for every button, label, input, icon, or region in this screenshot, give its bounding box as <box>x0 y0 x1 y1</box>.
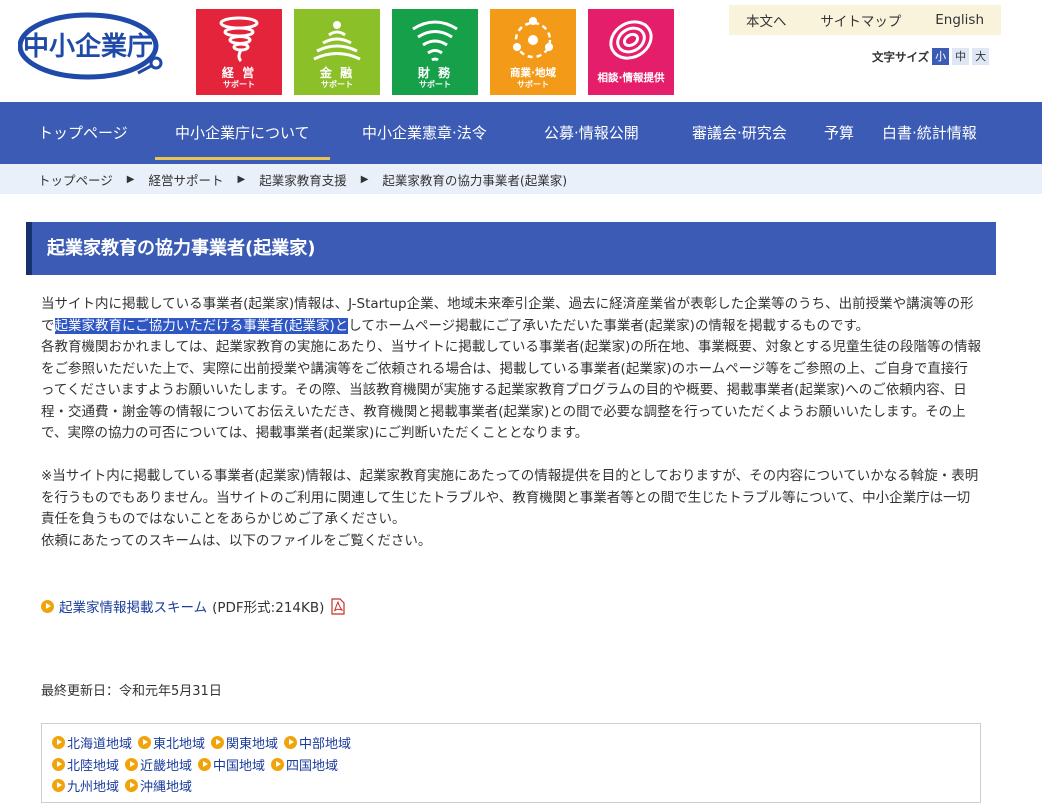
scheme-file-link[interactable]: 起業家情報掲載スキーム <box>59 596 207 616</box>
breadcrumb-separator-icon: ▶ <box>237 173 246 185</box>
arrow-bullet-icon <box>198 757 212 771</box>
arrow-bullet-icon <box>125 779 139 793</box>
region-shikoku[interactable]: 四国地域 <box>271 755 338 774</box>
region-row: 九州地域 沖縄地域 <box>52 775 970 797</box>
global-nav: トップページ 中小企業庁について 中小企業憲章·法令 公募·情報公開 審議会·研… <box>0 102 1042 164</box>
region-label: 中部地域 <box>299 737 352 753</box>
font-size-large-button[interactable]: 大 <box>972 48 990 65</box>
breadcrumb-current: 起業家教育の協力事業者(起業家) <box>382 172 568 188</box>
logo-text: 中小企業庁 <box>23 31 153 62</box>
nav-councils[interactable]: 審議会·研究会 <box>692 102 787 164</box>
request-paragraph: 各教育機関おかれましては、起業家教育の実施にあたり、当サイトに掲載している事業者… <box>41 339 982 441</box>
arrow-bullet-icon <box>125 757 139 771</box>
breadcrumb: トップページ ▶ 経営サポート ▶ 起業家教育支援 ▶ 起業家教育の協力事業者(… <box>0 164 1042 194</box>
tile-commerce[interactable]: 商業·地域 サポート <box>490 9 576 95</box>
scheme-paragraph: 依頼にあたってのスキームは、以下のファイルをご覧ください。 <box>41 532 432 549</box>
selected-text: 起業家教育にご協力いただける事業者(起業家)と <box>54 317 349 334</box>
font-size-label: 文字サイズ <box>872 49 930 64</box>
region-chubu[interactable]: 中部地域 <box>284 733 351 752</box>
region-okinawa[interactable]: 沖縄地域 <box>125 776 192 795</box>
breadcrumb-separator-icon: ▶ <box>126 173 135 185</box>
nav-laws[interactable]: 中小企業憲章·法令 <box>362 102 487 164</box>
region-label: 北陸地域 <box>67 758 120 774</box>
region-label: 北海道地域 <box>67 737 133 753</box>
font-size-medium-button[interactable]: 中 <box>952 48 970 65</box>
tile-label: 相談·情報提供 <box>597 72 665 84</box>
region-label: 関東地域 <box>226 737 279 753</box>
tile-management[interactable]: 経 営 サポート <box>196 9 282 95</box>
main-content: 当サイト内に掲載している事業者(起業家)情報は、J-Startup企業、地域未来… <box>41 294 981 552</box>
region-label: 沖縄地域 <box>140 780 193 796</box>
region-kanto[interactable]: 関東地域 <box>211 733 278 752</box>
arrow-bullet-icon <box>52 736 65 750</box>
region-chugoku[interactable]: 中国地域 <box>198 755 265 774</box>
support-tiles: 経 営 サポート 金 融 サポート 財 務 サポート 商業·地域 サポート 相談… <box>196 9 674 95</box>
page-title: 起業家教育の協力事業者(起業家) <box>26 222 996 275</box>
region-label: 東北地域 <box>153 737 206 753</box>
region-tohoku[interactable]: 東北地域 <box>138 733 205 752</box>
tile-label: 財 務 <box>417 66 453 80</box>
utility-links: 本文へ サイトマップ English <box>729 5 1001 35</box>
region-kinki[interactable]: 近畿地域 <box>125 755 192 774</box>
tile-sub: サポート <box>419 80 451 89</box>
font-size-small-button[interactable]: 小 <box>932 48 950 65</box>
intro-paragraph: 当サイト内に掲載している事業者(起業家)情報は、J-Startup企業、地域未来… <box>41 294 981 337</box>
skip-to-content-link[interactable]: 本文へ <box>746 10 787 30</box>
orbit-icon <box>513 17 553 59</box>
region-row: 北陸地域 近畿地域 中国地域 四国地域 <box>52 754 970 776</box>
tornado-icon <box>219 16 259 63</box>
breadcrumb-entrepreneur-edu[interactable]: 起業家教育支援 <box>259 170 347 189</box>
nav-about-label: 中小企業庁について <box>175 124 310 142</box>
breadcrumb-home[interactable]: トップページ <box>38 170 113 189</box>
nav-about[interactable]: 中小企業庁について <box>155 102 330 164</box>
tile-sub: サポート <box>321 80 353 89</box>
region-label: 近畿地域 <box>140 758 193 774</box>
site-header: 中小企業庁 経 営 サポート 金 融 サポート 財 務 サポート 商業·地域 サ… <box>0 0 1042 102</box>
tile-treasury[interactable]: 財 務 サポート <box>392 9 478 95</box>
nav-whitepaper[interactable]: 白書·統計情報 <box>882 102 977 164</box>
arrow-bullet-icon <box>138 736 152 750</box>
arrow-bullet-icon <box>41 599 54 613</box>
english-link[interactable]: English <box>935 12 984 28</box>
breadcrumb-management[interactable]: 経営サポート <box>148 170 223 189</box>
nav-budget[interactable]: 予算 <box>824 102 854 164</box>
region-kyushu[interactable]: 九州地域 <box>52 776 119 795</box>
sitemap-link[interactable]: サイトマップ <box>820 10 901 30</box>
font-size-switcher: 文字サイズ 小 中 大 <box>872 48 990 65</box>
tile-sub: サポート <box>517 80 549 89</box>
arrow-bullet-icon <box>52 757 65 771</box>
tile-label: 金 融 <box>319 66 355 80</box>
arrow-bullet-icon <box>52 779 65 793</box>
region-label: 九州地域 <box>67 780 120 796</box>
nav-public-info[interactable]: 公募·情報公開 <box>544 102 639 164</box>
region-row: 北海道地域 東北地域 関東地域 中部地域 <box>52 732 970 754</box>
region-hokkaido[interactable]: 北海道地域 <box>52 733 132 752</box>
tile-consulting[interactable]: 相談·情報提供 <box>588 9 674 95</box>
nav-home[interactable]: トップページ <box>38 102 128 164</box>
pdf-icon <box>331 597 345 615</box>
region-label: 四国地域 <box>286 758 339 774</box>
arrow-bullet-icon <box>284 736 298 750</box>
region-label: 中国地域 <box>213 758 266 774</box>
disclaimer-paragraph: ※当サイト内に掲載している事業者(起業家)情報は、起業家教育実施にあたっての情報… <box>41 468 979 527</box>
file-meta: (PDF形式:214KB) <box>212 600 325 616</box>
scheme-file-link-row: 起業家情報掲載スキーム (PDF形式:214KB) <box>41 596 345 616</box>
site-logo[interactable]: 中小企業庁 <box>17 8 170 88</box>
wave-icon <box>313 21 361 61</box>
intro-text-after: してホームページ掲載にご了承いただいた事業者(起業家)の情報を掲載するものです。 <box>348 317 870 334</box>
tile-sub: サポート <box>223 80 255 89</box>
tile-label: 経 営 <box>221 66 257 80</box>
last-updated: 最終更新日：令和元年5月31日 <box>41 684 222 699</box>
arrow-bullet-icon <box>211 736 225 750</box>
breadcrumb-separator-icon: ▶ <box>360 173 369 185</box>
region-links: 北海道地域 東北地域 関東地域 中部地域 北陸地域 近畿地域 中国地域 四国地域… <box>41 723 981 803</box>
tile-finance[interactable]: 金 融 サポート <box>294 9 380 95</box>
arrow-bullet-icon <box>271 757 285 771</box>
tile-label: 商業·地域 <box>510 67 556 79</box>
wifi-icon <box>412 20 458 62</box>
spiral-icon <box>609 20 653 60</box>
region-hokuriku[interactable]: 北陸地域 <box>52 755 119 774</box>
